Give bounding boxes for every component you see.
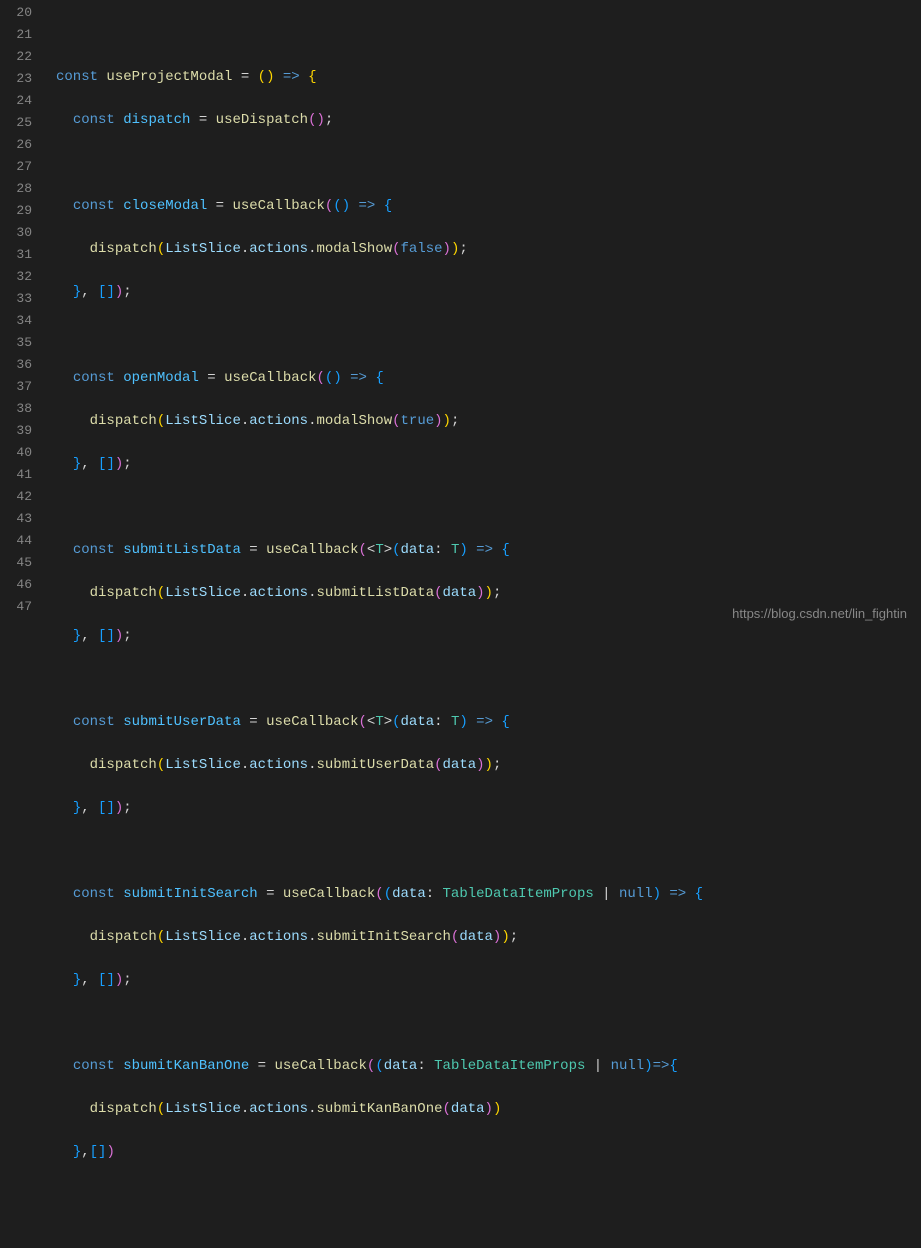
line-number: 39 xyxy=(8,420,32,442)
code-line xyxy=(56,1012,921,1034)
line-number: 30 xyxy=(8,222,32,244)
code-area[interactable]: const useProjectModal = () => { const di… xyxy=(44,0,921,633)
line-number: 29 xyxy=(8,200,32,222)
line-number: 27 xyxy=(8,156,32,178)
line-number: 40 xyxy=(8,442,32,464)
code-line: }, []); xyxy=(56,625,921,647)
code-line: const sbumitKanBanOne = useCallback((dat… xyxy=(56,1055,921,1077)
line-number: 41 xyxy=(8,464,32,486)
line-number-gutter: 20 21 22 23 24 25 26 27 28 29 30 31 32 3… xyxy=(0,0,44,633)
line-number: 47 xyxy=(8,596,32,618)
code-line: const dispatch = useDispatch(); xyxy=(56,109,921,131)
code-line: dispatch(ListSlice.actions.submitListDat… xyxy=(56,582,921,604)
code-line xyxy=(56,324,921,346)
code-line xyxy=(56,23,921,45)
line-number: 24 xyxy=(8,90,32,112)
code-line: }, []); xyxy=(56,797,921,819)
code-line: dispatch(ListSlice.actions.modalShow(fal… xyxy=(56,238,921,260)
line-number: 28 xyxy=(8,178,32,200)
code-line xyxy=(56,668,921,690)
code-line: dispatch(ListSlice.actions.submitKanBanO… xyxy=(56,1098,921,1120)
line-number: 22 xyxy=(8,46,32,68)
line-number: 26 xyxy=(8,134,32,156)
code-line: const closeModal = useCallback(() => { xyxy=(56,195,921,217)
line-number: 25 xyxy=(8,112,32,134)
line-number: 46 xyxy=(8,574,32,596)
code-line: const submitListData = useCallback(<T>(d… xyxy=(56,539,921,561)
code-line: const useProjectModal = () => { xyxy=(56,66,921,88)
line-number: 43 xyxy=(8,508,32,530)
code-line: }, []); xyxy=(56,453,921,475)
line-number: 37 xyxy=(8,376,32,398)
code-line: },[]) xyxy=(56,1141,921,1163)
line-number: 42 xyxy=(8,486,32,508)
line-number: 44 xyxy=(8,530,32,552)
code-line xyxy=(56,1184,921,1206)
line-number: 33 xyxy=(8,288,32,310)
line-number: 31 xyxy=(8,244,32,266)
line-number: 35 xyxy=(8,332,32,354)
line-number: 36 xyxy=(8,354,32,376)
code-line: dispatch(ListSlice.actions.submitInitSea… xyxy=(56,926,921,948)
line-number: 38 xyxy=(8,398,32,420)
code-editor[interactable]: 20 21 22 23 24 25 26 27 28 29 30 31 32 3… xyxy=(0,0,921,633)
code-line: dispatch(ListSlice.actions.submitUserDat… xyxy=(56,754,921,776)
code-line: dispatch(ListSlice.actions.modalShow(tru… xyxy=(56,410,921,432)
code-line: }, []); xyxy=(56,281,921,303)
code-line: const openModal = useCallback(() => { xyxy=(56,367,921,389)
line-number: 23 xyxy=(8,68,32,90)
watermark-text: https://blog.csdn.net/lin_fightin xyxy=(732,604,907,624)
line-number: 45 xyxy=(8,552,32,574)
line-number: 34 xyxy=(8,310,32,332)
code-line xyxy=(56,496,921,518)
line-number: 21 xyxy=(8,24,32,46)
code-line xyxy=(56,840,921,862)
code-line: const submitUserData = useCallback(<T>(d… xyxy=(56,711,921,733)
code-line xyxy=(56,152,921,174)
code-line: }, []); xyxy=(56,969,921,991)
line-number: 20 xyxy=(8,2,32,24)
line-number: 32 xyxy=(8,266,32,288)
code-line: const submitInitSearch = useCallback((da… xyxy=(56,883,921,905)
